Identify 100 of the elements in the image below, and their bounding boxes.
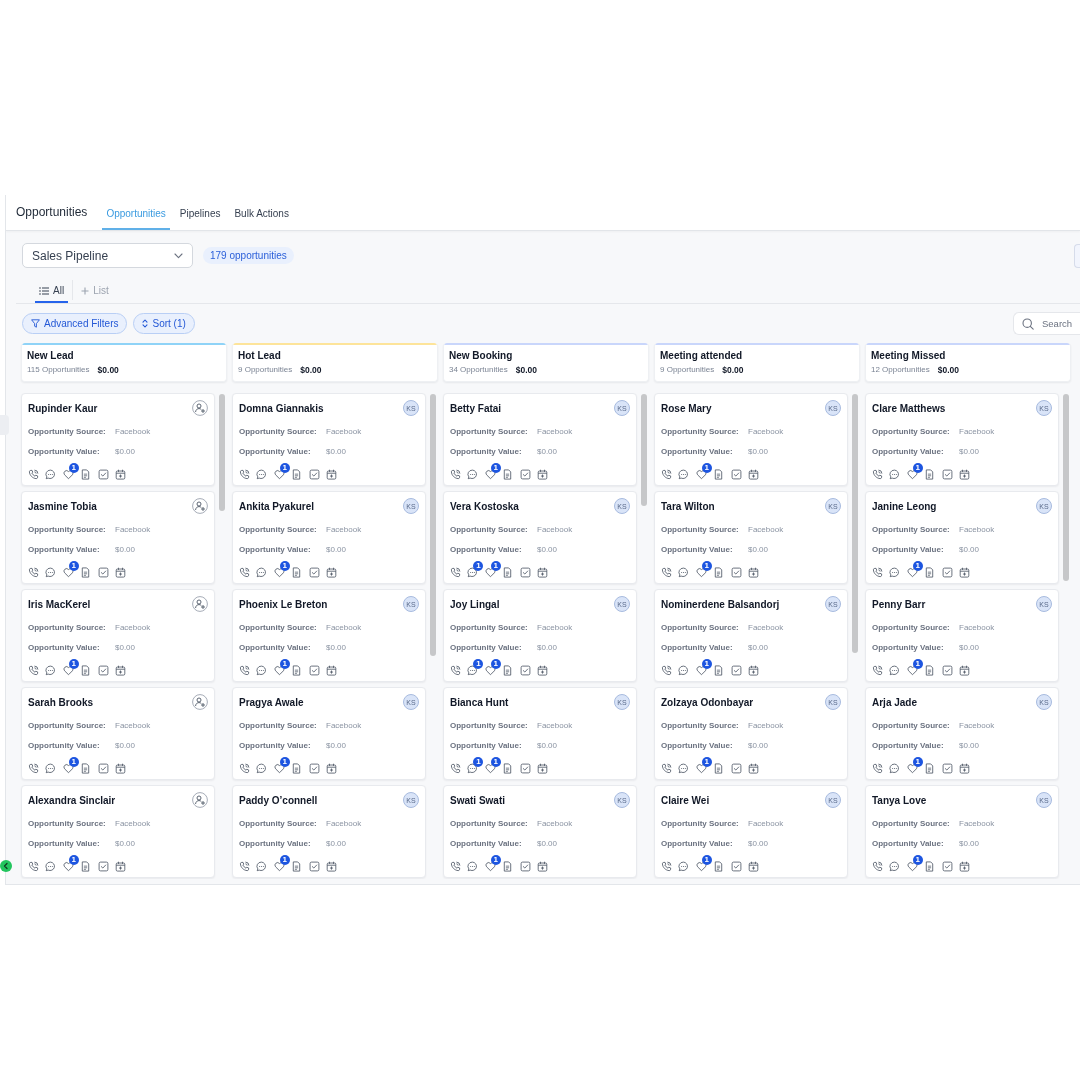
heart-icon[interactable]	[62, 468, 74, 480]
phone-icon[interactable]	[872, 468, 883, 480]
heart-icon[interactable]	[695, 860, 707, 872]
checkbox-icon[interactable]	[941, 566, 953, 578]
checkbox-icon[interactable]	[730, 860, 742, 872]
document-icon[interactable]	[713, 860, 725, 872]
document-icon[interactable]	[924, 664, 936, 676]
nav-tab[interactable]: Bulk Actions	[230, 195, 293, 230]
opportunity-card[interactable]: Iris MacKerel Opportunity Source: Facebook Opportunity Value: $0.00 1	[21, 589, 215, 682]
heart-icon[interactable]	[906, 762, 918, 774]
chat-icon[interactable]	[45, 664, 57, 676]
side-panel-handle[interactable]	[0, 415, 9, 435]
checkbox-icon[interactable]	[97, 566, 109, 578]
phone-icon[interactable]	[872, 566, 883, 578]
phone-icon[interactable]	[239, 566, 250, 578]
scrollbar-thumb[interactable]	[852, 394, 858, 653]
chat-icon[interactable]	[678, 664, 690, 676]
checkbox-icon[interactable]	[941, 664, 953, 676]
checkbox-icon[interactable]	[97, 664, 109, 676]
document-icon[interactable]	[80, 762, 92, 774]
calendar-icon[interactable]	[114, 664, 126, 676]
chat-icon[interactable]	[889, 762, 901, 774]
view-tab[interactable]: All	[35, 280, 69, 303]
add-user-icon[interactable]	[192, 498, 208, 514]
document-icon[interactable]	[80, 566, 92, 578]
phone-icon[interactable]	[28, 566, 39, 578]
phone-icon[interactable]	[450, 468, 461, 480]
checkbox-icon[interactable]	[97, 860, 109, 872]
checkbox-icon[interactable]	[519, 566, 531, 578]
heart-icon[interactable]	[906, 860, 918, 872]
opportunity-card[interactable]: Alexandra Sinclair Opportunity Source: Facebook Opportunity Value: $0.00 1	[21, 785, 215, 878]
checkbox-icon[interactable]	[730, 468, 742, 480]
calendar-icon[interactable]	[536, 566, 548, 578]
document-icon[interactable]	[502, 664, 514, 676]
checkbox-icon[interactable]	[941, 468, 953, 480]
chat-icon[interactable]	[467, 664, 479, 676]
document-icon[interactable]	[291, 860, 303, 872]
document-icon[interactable]	[924, 860, 936, 872]
heart-icon[interactable]	[906, 566, 918, 578]
calendar-icon[interactable]	[114, 762, 126, 774]
document-icon[interactable]	[502, 762, 514, 774]
heart-icon[interactable]	[484, 566, 496, 578]
calendar-icon[interactable]	[114, 860, 126, 872]
chat-icon[interactable]	[678, 468, 690, 480]
phone-icon[interactable]	[450, 860, 461, 872]
phone-icon[interactable]	[450, 566, 461, 578]
chat-icon[interactable]	[678, 566, 690, 578]
document-icon[interactable]	[924, 762, 936, 774]
calendar-icon[interactable]	[747, 860, 759, 872]
document-icon[interactable]	[924, 468, 936, 480]
chat-icon[interactable]	[467, 566, 479, 578]
nav-tab[interactable]: Pipelines	[175, 195, 225, 230]
checkbox-icon[interactable]	[308, 664, 320, 676]
document-icon[interactable]	[502, 468, 514, 480]
checkbox-icon[interactable]	[308, 566, 320, 578]
heart-icon[interactable]	[273, 860, 285, 872]
phone-icon[interactable]	[661, 468, 672, 480]
document-icon[interactable]	[80, 468, 92, 480]
calendar-icon[interactable]	[325, 566, 337, 578]
checkbox-icon[interactable]	[97, 468, 109, 480]
calendar-icon[interactable]	[536, 762, 548, 774]
phone-icon[interactable]	[28, 468, 39, 480]
scrollbar-thumb[interactable]	[430, 394, 436, 656]
chat-icon[interactable]	[467, 762, 479, 774]
checkbox-icon[interactable]	[308, 762, 320, 774]
add-user-icon[interactable]	[192, 596, 208, 612]
search-field[interactable]: Search	[1013, 312, 1080, 335]
phone-icon[interactable]	[239, 860, 250, 872]
scrollbar-thumb[interactable]	[219, 394, 225, 511]
chat-icon[interactable]	[45, 566, 57, 578]
chat-icon[interactable]	[467, 468, 479, 480]
document-icon[interactable]	[291, 468, 303, 480]
heart-icon[interactable]	[695, 762, 707, 774]
phone-icon[interactable]	[239, 762, 250, 774]
calendar-icon[interactable]	[958, 762, 970, 774]
document-icon[interactable]	[291, 664, 303, 676]
document-icon[interactable]	[713, 566, 725, 578]
chat-icon[interactable]	[889, 566, 901, 578]
heart-icon[interactable]	[484, 860, 496, 872]
filter-button[interactable]: Advanced Filters	[22, 313, 128, 334]
heart-icon[interactable]	[273, 664, 285, 676]
phone-icon[interactable]	[872, 762, 883, 774]
checkbox-icon[interactable]	[519, 468, 531, 480]
checkbox-icon[interactable]	[519, 762, 531, 774]
checkbox-icon[interactable]	[730, 664, 742, 676]
heart-icon[interactable]	[695, 664, 707, 676]
calendar-icon[interactable]	[747, 566, 759, 578]
document-icon[interactable]	[502, 860, 514, 872]
chat-icon[interactable]	[45, 762, 57, 774]
document-icon[interactable]	[291, 566, 303, 578]
checkbox-icon[interactable]	[97, 762, 109, 774]
heart-icon[interactable]	[484, 762, 496, 774]
checkbox-icon[interactable]	[941, 860, 953, 872]
heart-icon[interactable]	[273, 566, 285, 578]
add-user-icon[interactable]	[192, 694, 208, 710]
checkbox-icon[interactable]	[308, 860, 320, 872]
phone-icon[interactable]	[872, 664, 883, 676]
phone-icon[interactable]	[661, 664, 672, 676]
heart-icon[interactable]	[906, 664, 918, 676]
chat-icon[interactable]	[678, 860, 690, 872]
